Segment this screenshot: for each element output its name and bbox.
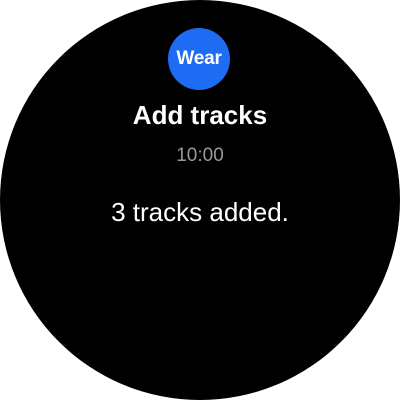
notification-message: 3 tracks added. xyxy=(111,197,289,227)
notification-title: Add tracks xyxy=(132,100,268,130)
watch-screen: Wear Add tracks 10:00 3 tracks added. xyxy=(0,0,400,400)
app-icon-label: Wear xyxy=(176,48,222,69)
wear-app-icon: Wear xyxy=(168,28,230,90)
notification-time: 10:00 xyxy=(176,145,224,166)
